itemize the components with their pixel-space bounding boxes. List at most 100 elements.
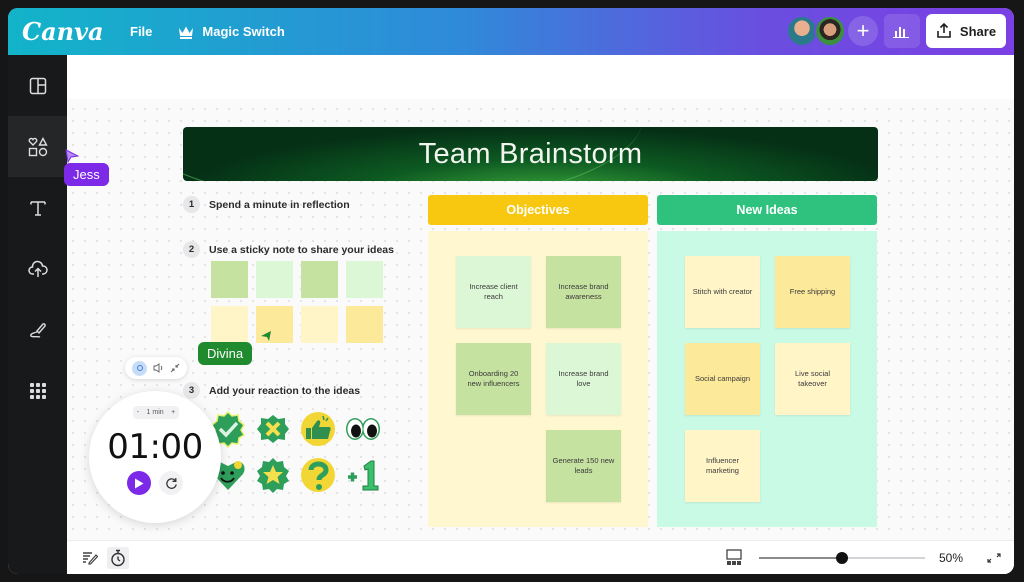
plus-one-sticker-icon[interactable] (344, 456, 382, 494)
step-number: 1 (183, 196, 200, 213)
sticky-note[interactable]: Generate 150 new leads (546, 430, 621, 502)
add-collaborator-button[interactable]: + (848, 16, 878, 46)
thumbs-up-sticker-icon[interactable] (299, 410, 337, 448)
question-sticker-icon[interactable] (299, 456, 337, 494)
plus-icon: + (856, 18, 870, 43)
step-1: 1 Spend a minute in reflection (183, 196, 350, 213)
jess-cursor-label: Jess (64, 163, 109, 186)
sticky-note-template[interactable] (301, 306, 338, 343)
zoom-percentage[interactable]: 50% (939, 551, 963, 565)
canva-window: Canva File Magic Switch + Share Team Bra… (8, 8, 1014, 574)
insights-button[interactable] (884, 14, 920, 48)
step-text: Use a sticky note to share your ideas (209, 243, 394, 256)
sticky-note[interactable]: Free shipping (775, 256, 850, 328)
share-label: Share (959, 23, 997, 39)
sticky-note[interactable]: Increase brand awareness (546, 256, 621, 328)
upload-share-icon (937, 23, 951, 38)
magic-switch-menu[interactable]: Magic Switch (178, 24, 285, 39)
sticky-note-template[interactable] (346, 306, 383, 343)
timer-decrease-button[interactable]: - (137, 409, 139, 416)
zoom-slider[interactable] (759, 552, 925, 564)
sticky-note[interactable]: Influencer marketing (685, 430, 760, 502)
timer-duration-label: 1 min (146, 409, 164, 416)
objectives-header[interactable]: Objectives (428, 195, 648, 225)
divina-cursor-label: Divina (198, 342, 253, 365)
step-number: 3 (183, 382, 200, 399)
notes-icon (83, 552, 98, 565)
canvas-top-strip (67, 55, 1014, 99)
play-icon (135, 478, 144, 488)
timer-increase-button[interactable]: + (171, 409, 175, 416)
file-menu-label: File (130, 24, 153, 39)
crown-icon (179, 26, 194, 39)
sidebar-item-text[interactable] (8, 177, 67, 238)
step-2: 2 Use a sticky note to share your ideas (183, 241, 394, 258)
refresh-icon (165, 477, 177, 489)
step-number: 2 (183, 241, 200, 258)
notes-button[interactable] (79, 547, 101, 569)
sticky-note-template[interactable] (346, 261, 383, 298)
sticky-note-template[interactable] (301, 261, 338, 298)
timer-reset-button[interactable] (159, 471, 183, 495)
board-title: Team Brainstorm (418, 137, 643, 170)
timer-controls (125, 357, 187, 379)
sidebar-item-uploads[interactable] (8, 238, 67, 299)
new-ideas-header[interactable]: New Ideas (657, 195, 877, 225)
sticky-note-template[interactable] (211, 261, 248, 298)
objectives-column: Objectives Increase client reach Increas… (428, 195, 648, 527)
step-text: Spend a minute in reflection (209, 198, 350, 211)
zoom-slider-thumb[interactable] (836, 552, 848, 564)
timer-display: 01:00 (107, 427, 203, 467)
sidebar-item-draw[interactable] (8, 299, 67, 360)
title-banner[interactable]: Team Brainstorm (183, 127, 878, 181)
apps-grid-icon (29, 382, 46, 399)
share-button[interactable]: Share (926, 14, 1006, 48)
sticky-note-palette (211, 261, 383, 343)
text-icon (29, 200, 46, 216)
sticky-note-template[interactable] (211, 306, 248, 343)
collaborator-avatar[interactable] (814, 15, 846, 47)
canva-logo[interactable]: Canva (22, 17, 112, 46)
jess-cursor-icon (65, 149, 79, 163)
timer-button[interactable] (107, 547, 129, 569)
timer-play-button[interactable] (127, 471, 151, 495)
sticky-note[interactable]: Increase brand love (546, 343, 621, 415)
stopwatch-icon (111, 549, 125, 567)
sticky-note[interactable]: Social campaign (685, 343, 760, 415)
step-text: Add your reaction to the ideas (209, 384, 361, 397)
bar-chart-icon (893, 27, 909, 38)
gear-icon (136, 365, 143, 371)
expand-icon (987, 553, 1001, 563)
fullscreen-button[interactable] (983, 547, 1005, 569)
cross-sticker-icon[interactable] (254, 410, 292, 448)
timer-settings-button[interactable] (132, 360, 147, 376)
new-ideas-area[interactable]: Stitch with creator Free shipping Social… (657, 231, 877, 527)
sticky-note-template[interactable] (256, 261, 293, 298)
bottom-bar: 50% (67, 540, 1014, 574)
eyes-sticker-icon[interactable] (344, 410, 382, 448)
sidebar-item-design[interactable] (8, 55, 67, 116)
grid-view-icon (726, 549, 742, 565)
sticky-note[interactable]: Onboarding 20 new influencers (456, 343, 531, 415)
objectives-area[interactable]: Increase client reach Increase brand awa… (428, 231, 648, 527)
sticky-note[interactable]: Stitch with creator (685, 256, 760, 328)
left-sidebar (8, 55, 67, 574)
layout-icon (29, 77, 46, 94)
timer-duration-stepper[interactable]: - 1 min + (133, 406, 179, 419)
sticky-note[interactable]: Increase client reach (456, 256, 531, 328)
new-ideas-column: New Ideas Stitch with creator Free shipp… (657, 195, 877, 527)
page-view-button[interactable] (723, 547, 745, 569)
whiteboard-canvas[interactable]: Team Brainstorm 1 Spend a minute in refl… (64, 55, 1014, 540)
magic-switch-label: Magic Switch (202, 24, 285, 39)
collapse-icon[interactable] (170, 363, 180, 373)
reaction-stickers (209, 410, 382, 494)
sidebar-item-elements[interactable] (8, 116, 67, 177)
zoom-slider-fill (759, 557, 842, 559)
top-bar: Canva File Magic Switch + Share (8, 8, 1014, 55)
sidebar-item-apps[interactable] (8, 360, 67, 421)
star-sticker-icon[interactable] (254, 456, 292, 494)
sound-icon[interactable] (153, 363, 164, 373)
divina-cursor-icon (261, 331, 271, 341)
file-menu[interactable]: File (130, 24, 152, 39)
sticky-note[interactable]: Live social takeover (775, 343, 850, 415)
